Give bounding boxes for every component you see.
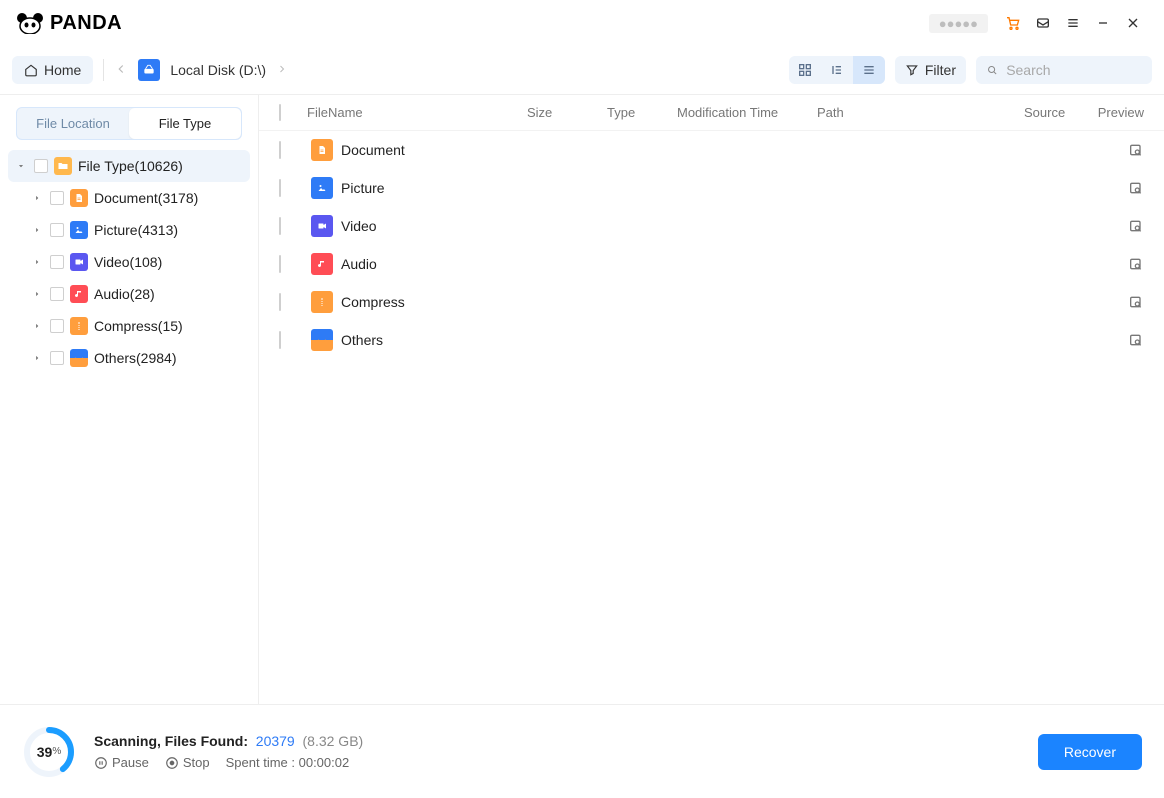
checkbox[interactable] xyxy=(279,293,281,311)
recover-button[interactable]: Recover xyxy=(1038,734,1142,770)
divider xyxy=(103,59,104,81)
checkbox[interactable] xyxy=(50,191,64,205)
col-preview[interactable]: Preview xyxy=(1084,105,1144,120)
zip-icon xyxy=(311,291,333,313)
checkbox-all[interactable] xyxy=(279,104,281,121)
stop-button[interactable]: Stop xyxy=(165,755,210,770)
aud-icon xyxy=(311,253,333,275)
vid-icon xyxy=(311,215,333,237)
tree-item[interactable]: Compress(15) xyxy=(8,310,250,342)
app-logo: PANDA xyxy=(16,12,122,35)
folder-icon xyxy=(54,157,72,175)
tab-file-location[interactable]: File Location xyxy=(17,108,129,139)
user-label: ●●●●● xyxy=(929,14,988,33)
aud-icon xyxy=(70,285,88,303)
checkbox[interactable] xyxy=(50,287,64,301)
chevron-down-icon[interactable] xyxy=(14,161,28,171)
forward-button[interactable] xyxy=(276,62,288,78)
preview-button[interactable] xyxy=(1084,256,1144,272)
tab-file-type[interactable]: File Type xyxy=(129,108,241,139)
preview-button[interactable] xyxy=(1084,332,1144,348)
checkbox[interactable] xyxy=(50,319,64,333)
oth-icon xyxy=(70,349,88,367)
chevron-right-icon[interactable] xyxy=(30,257,44,267)
tree-item[interactable]: Video(108) xyxy=(8,246,250,278)
view-segment xyxy=(789,56,885,84)
col-modification[interactable]: Modification Time xyxy=(677,105,817,120)
table-row[interactable]: Compress xyxy=(259,283,1164,321)
col-type[interactable]: Type xyxy=(607,105,677,120)
close-button[interactable] xyxy=(1118,8,1148,38)
tree-item[interactable]: Others(2984) xyxy=(8,342,250,374)
chevron-right-icon[interactable] xyxy=(30,193,44,203)
view-detail-button[interactable] xyxy=(821,56,853,84)
location-label[interactable]: Local Disk (D:\) xyxy=(170,62,266,78)
view-grid-button[interactable] xyxy=(789,56,821,84)
preview-button[interactable] xyxy=(1084,180,1144,196)
home-button[interactable]: Home xyxy=(12,56,93,84)
menu-icon[interactable] xyxy=(1058,8,1088,38)
app-name: PANDA xyxy=(50,12,122,35)
doc-icon xyxy=(70,189,88,207)
pause-button[interactable]: Pause xyxy=(94,755,149,770)
search-icon xyxy=(986,63,998,77)
table-row[interactable]: Picture xyxy=(259,169,1164,207)
doc-icon xyxy=(311,139,333,161)
inbox-icon[interactable] xyxy=(1028,8,1058,38)
vid-icon xyxy=(70,253,88,271)
col-size[interactable]: Size xyxy=(527,105,607,120)
progress-ring: 39% xyxy=(22,725,76,779)
checkbox[interactable] xyxy=(279,179,281,197)
filter-button[interactable]: Filter xyxy=(895,56,966,84)
zip-icon xyxy=(70,317,88,335)
search-box[interactable] xyxy=(976,56,1152,84)
preview-button[interactable] xyxy=(1084,142,1144,158)
back-button[interactable] xyxy=(114,62,128,79)
col-path[interactable]: Path xyxy=(817,105,1024,120)
tree-item[interactable]: Audio(28) xyxy=(8,278,250,310)
checkbox[interactable] xyxy=(279,255,281,273)
chevron-right-icon[interactable] xyxy=(30,353,44,363)
pic-icon xyxy=(311,177,333,199)
pic-icon xyxy=(70,221,88,239)
preview-button[interactable] xyxy=(1084,294,1144,310)
filter-label: Filter xyxy=(925,62,956,78)
col-filename[interactable]: FileName xyxy=(307,105,527,120)
checkbox[interactable] xyxy=(279,141,281,159)
checkbox[interactable] xyxy=(279,331,281,349)
checkbox[interactable] xyxy=(279,217,281,235)
spent-time: Spent time : 00:00:02 xyxy=(226,755,350,770)
preview-button[interactable] xyxy=(1084,218,1144,234)
tree-root[interactable]: File Type(10626) xyxy=(8,150,250,182)
chevron-right-icon[interactable] xyxy=(30,321,44,331)
home-label: Home xyxy=(44,62,81,78)
status-line: Scanning, Files Found: 20379 (8.32 GB) xyxy=(94,733,363,749)
checkbox[interactable] xyxy=(50,351,64,365)
checkbox[interactable] xyxy=(50,223,64,237)
table-row[interactable]: Audio xyxy=(259,245,1164,283)
chevron-right-icon[interactable] xyxy=(30,289,44,299)
table-row[interactable]: Document xyxy=(259,131,1164,169)
chevron-right-icon[interactable] xyxy=(30,225,44,235)
checkbox[interactable] xyxy=(34,159,48,173)
minimize-button[interactable] xyxy=(1088,8,1118,38)
search-input[interactable] xyxy=(1006,62,1142,78)
col-source[interactable]: Source xyxy=(1024,105,1084,120)
tree-item[interactable]: Picture(4313) xyxy=(8,214,250,246)
oth-icon xyxy=(311,329,333,351)
drive-icon xyxy=(138,59,160,81)
breadcrumb: Local Disk (D:\) xyxy=(114,59,288,81)
checkbox[interactable] xyxy=(50,255,64,269)
tree-item[interactable]: Document(3178) xyxy=(8,182,250,214)
table-row[interactable]: Others xyxy=(259,321,1164,359)
table-row[interactable]: Video xyxy=(259,207,1164,245)
cart-icon[interactable] xyxy=(998,8,1028,38)
table-header: FileName Size Type Modification Time Pat… xyxy=(259,95,1164,131)
view-list-button[interactable] xyxy=(853,56,885,84)
